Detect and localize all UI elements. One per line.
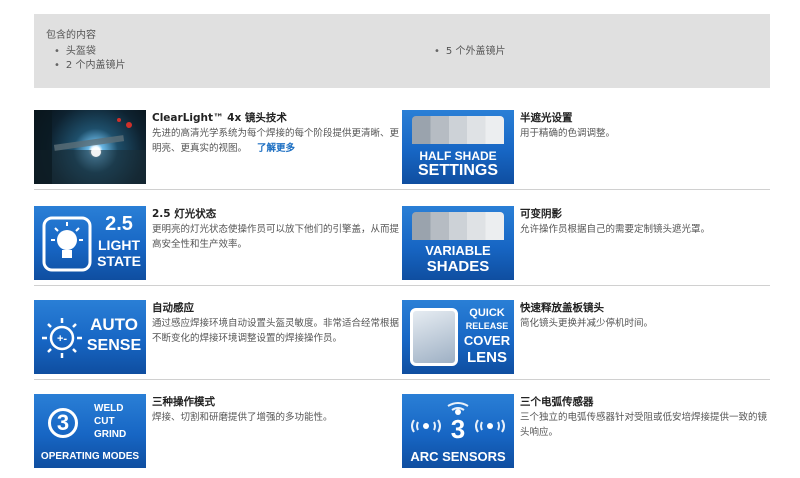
feature-desc: 允许操作员根据自己的需要定制镜头遮光罩。 (520, 224, 711, 235)
tile-text: COVER (463, 333, 511, 348)
feature-desc: 通过感应焊接环境自动设置头盔灵敏度。非常适合经常根据不断变化的焊接环境调整设置的… (152, 318, 400, 344)
tile-text: STATE (97, 253, 141, 269)
operating-modes-tile: 3 WELD CUT GRIND OPERATING MODES (34, 394, 146, 468)
tile-text: RELEASE (465, 321, 509, 331)
feature-desc: 焊接、切割和研磨提供了增强的多功能性。 (152, 412, 333, 423)
feature-name: 半遮光设置 (520, 112, 573, 124)
box-items-col1: 头盔袋 2 个内盖镜片 (54, 45, 126, 73)
shade-bands-graphic (412, 116, 504, 144)
tile-text: CUT (94, 416, 115, 427)
svg-text:+-: +- (57, 333, 67, 345)
tile-text: 3 (56, 410, 70, 435)
tile-text: HALF SHADE (419, 149, 497, 163)
tile-text: LIGHT (98, 237, 140, 253)
feature-desc: 简化镜头更换并减少停机时间。 (520, 318, 654, 329)
feature-quick-release: QUICK RELEASE COVER LENS 快速释放盖板镜头 简化镜头更换… (402, 300, 770, 380)
feature-name: 三种操作模式 (152, 396, 215, 408)
bulb-icon (42, 216, 92, 272)
box-items-col2: 5 个外盖镜片 (434, 45, 506, 59)
tile-text: QUICK (469, 307, 505, 319)
feature-variable-shades: VARIABLE SHADES 可变阴影 允许操作员根据自己的需要定制镜头遮光罩… (402, 206, 770, 286)
feature-desc: 先进的高清光学系统为每个焊接的每个阶段提供更清晰、更明亮、更真实的视图。 了解更多 (152, 128, 400, 154)
feature-clearlight: ClearLight™ 4x 镜头技术 先进的高清光学系统为每个焊接的每个阶段提… (34, 110, 402, 190)
feature-desc: 更明亮的灯光状态使操作员可以放下他们的引擎盖，从而提高安全性和生产效率。 (152, 224, 400, 250)
learn-more-link[interactable]: 了解更多 (257, 143, 295, 154)
divider (402, 379, 770, 380)
whats-in-box-panel: 包含的内容 头盔袋 2 个内盖镜片 5 个外盖镜片 (34, 14, 770, 88)
feature-operating-modes: 3 WELD CUT GRIND OPERATING MODES 三种操作模式 … (34, 394, 402, 474)
feature-name: 三个电弧传感器 (520, 396, 594, 408)
box-item: 5 个外盖镜片 (434, 45, 506, 59)
tile-text: 2.5 (105, 213, 133, 235)
divider (34, 379, 402, 380)
tile-text: AUTO (90, 315, 138, 334)
tile-text: SHADES (426, 258, 490, 275)
feature-half-shade: HALF SHADE SETTINGS 半遮光设置 用于精确的色调调整。 (402, 110, 770, 190)
feature-light-state: 2.5 LIGHT STATE 2.5 灯光状态 更明亮的灯光状态使操作员可以放… (34, 206, 402, 286)
feature-name: 可变阴影 (520, 208, 562, 220)
box-item: 2 个内盖镜片 (54, 59, 126, 73)
feature-arc-sensors: 3 ARC SENSORS 三个电弧传感器 三个独立的电弧传感器针对受阻或低安培… (402, 394, 770, 474)
welding-photo (34, 110, 146, 184)
lens-icon (410, 308, 458, 366)
quick-release-tile: QUICK RELEASE COVER LENS (402, 300, 514, 374)
tile-text: 3 (450, 414, 466, 444)
tile-text: GRIND (94, 429, 127, 440)
feature-name: ClearLight™ 4x 镜头技术 (152, 112, 287, 124)
tile-text: SETTINGS (417, 162, 498, 179)
whats-in-box-title: 包含的内容 (46, 30, 96, 41)
auto-sense-tile: +- AUTO SENSE (34, 300, 146, 374)
divider (34, 189, 402, 190)
feature-name: 自动感应 (152, 302, 194, 314)
divider (34, 285, 402, 286)
feature-desc: 用于精确的色调调整。 (520, 128, 616, 139)
half-shade-tile: HALF SHADE SETTINGS (402, 110, 514, 184)
feature-auto-sense: +- AUTO SENSE 自动感应 通过感应焊接环境自动设置头盔灵敏度。非常适… (34, 300, 402, 380)
divider (402, 285, 770, 286)
tile-text: SENSE (86, 337, 142, 354)
light-state-tile: 2.5 LIGHT STATE (34, 206, 146, 280)
tile-text: ARC SENSORS (410, 449, 506, 464)
variable-shades-tile: VARIABLE SHADES (402, 206, 514, 280)
feature-name: 快速释放盖板镜头 (520, 302, 604, 314)
box-item: 头盔袋 (54, 45, 125, 59)
tile-text: OPERATING MODES (40, 451, 140, 462)
shade-bands-graphic (412, 212, 504, 240)
tile-text: LENS (466, 349, 507, 366)
feature-name: 2.5 灯光状态 (152, 208, 217, 220)
arc-sensors-tile: 3 ARC SENSORS (402, 394, 514, 468)
divider (402, 189, 770, 190)
tile-text: VARIABLE (425, 243, 491, 258)
feature-desc: 三个独立的电弧传感器针对受阻或低安培焊接提供一致的镜头响应。 (520, 412, 768, 438)
tile-text: WELD (94, 403, 124, 414)
sun-sensor-icon: +- (42, 318, 82, 358)
